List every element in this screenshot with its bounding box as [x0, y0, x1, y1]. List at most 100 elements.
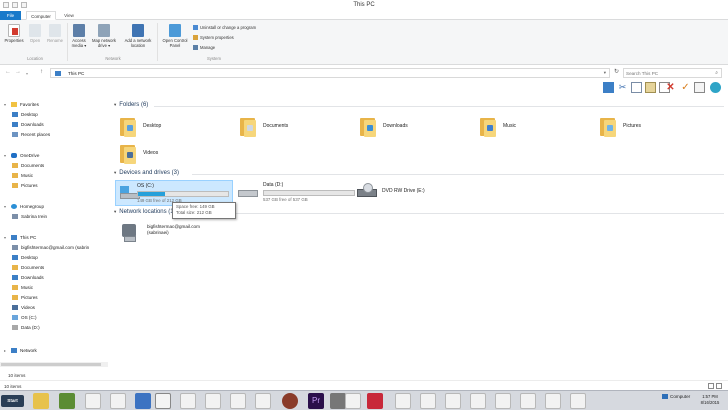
document-taskbar-icon[interactable]: [180, 393, 196, 409]
paste-icon[interactable]: [645, 82, 656, 93]
nav-item-recent-places[interactable]: Recent places: [12, 132, 50, 137]
nav-item-os-c[interactable]: OS (C:): [12, 315, 37, 320]
section-header-folders[interactable]: ▾ Folders (6): [114, 102, 148, 108]
back-arrow-icon[interactable]: ←: [5, 69, 11, 75]
globe-icon[interactable]: [710, 82, 721, 93]
tab-file[interactable]: File: [0, 11, 21, 20]
discord-taskbar-icon[interactable]: [155, 393, 171, 409]
document-taskbar-icon[interactable]: [495, 393, 511, 409]
search-box[interactable]: ⌕: [623, 68, 722, 78]
system-properties-icon: [193, 35, 198, 40]
properties-button[interactable]: Properties: [3, 24, 25, 43]
tab-computer[interactable]: Computer: [26, 11, 56, 20]
nav-item-desktop[interactable]: Desktop: [12, 255, 38, 260]
nav-item-homegroup-user[interactable]: Sabrina Irein: [12, 214, 47, 219]
network-location-mac[interactable]: bigfishtermac@gmail.com (sabrinaei): [120, 223, 200, 242]
document-taskbar-icon[interactable]: [520, 393, 536, 409]
folder-music[interactable]: Music: [480, 115, 516, 137]
drive-data-d[interactable]: Data (D:) 537 GB free of 537 GB: [238, 182, 355, 202]
minecraft-taskbar-icon[interactable]: [59, 393, 75, 409]
refresh-icon[interactable]: ↻: [614, 68, 619, 75]
nav-favorites[interactable]: ▾ Favorites: [4, 102, 39, 107]
nav-item-downloads[interactable]: Downloads: [12, 122, 44, 127]
nav-item-onedrive-music[interactable]: Music: [12, 173, 33, 178]
nav-horizontal-scrollbar[interactable]: [0, 362, 108, 367]
nav-item-music[interactable]: Music: [12, 285, 33, 290]
document-taskbar-icon[interactable]: [345, 393, 361, 409]
drive-dvd-e[interactable]: DVD RW Drive (E:): [357, 182, 425, 199]
taskbar-computer-toolbar[interactable]: Computer: [662, 394, 690, 399]
open-button[interactable]: Open: [28, 24, 42, 43]
nav-network[interactable]: ▸ Network: [4, 348, 37, 353]
folder-videos[interactable]: Videos: [120, 142, 158, 164]
folder-downloads[interactable]: Downloads: [360, 115, 408, 137]
document-taskbar-icon[interactable]: [445, 393, 461, 409]
nav-onedrive[interactable]: ▾ OneDrive: [4, 153, 39, 158]
group-label-network: Network: [105, 56, 121, 61]
address-dropdown-icon[interactable]: ▾: [604, 70, 606, 76]
nav-homegroup[interactable]: ▾ Homegroup: [4, 204, 44, 209]
document-taskbar-icon[interactable]: [545, 393, 561, 409]
system-clock[interactable]: 1:57 PM 8/16/2015: [694, 394, 726, 406]
media-taskbar-icon[interactable]: [367, 393, 383, 409]
word-taskbar-icon[interactable]: [135, 393, 151, 409]
rename-button[interactable]: Rename: [45, 24, 65, 43]
nav-this-pc[interactable]: ▾ This PC: [4, 235, 36, 240]
nav-item-desktop[interactable]: Desktop: [12, 112, 38, 117]
computer-icon: [662, 394, 668, 399]
scrollbar-thumb[interactable]: [1, 363, 101, 366]
app-taskbar-icon[interactable]: [330, 393, 346, 409]
large-icons-view-icon[interactable]: [716, 383, 722, 389]
uninstall-program-button[interactable]: Uninstall or change a program: [193, 25, 256, 30]
document-taskbar-icon[interactable]: [570, 393, 586, 409]
email-icon[interactable]: [694, 82, 705, 93]
nav-item-documents[interactable]: Documents: [12, 265, 44, 270]
manage-button[interactable]: Manage: [193, 45, 215, 50]
search-input[interactable]: [626, 70, 706, 77]
folder-icon: [12, 173, 18, 178]
file-explorer-taskbar-icon[interactable]: [33, 393, 49, 409]
folder-documents[interactable]: Documents: [240, 115, 288, 137]
nav-item-network-mac[interactable]: bigfishtermac@gmail.com (sabrin: [12, 245, 89, 250]
document-taskbar-icon[interactable]: [230, 393, 246, 409]
tab-view[interactable]: View: [59, 11, 79, 20]
up-arrow-icon[interactable]: ↑: [40, 69, 43, 75]
document-taskbar-icon[interactable]: [85, 393, 101, 409]
network-drive-icon: [120, 223, 141, 242]
document-taskbar-icon[interactable]: [470, 393, 486, 409]
document-taskbar-icon[interactable]: [255, 393, 271, 409]
folder-desktop[interactable]: Desktop: [120, 115, 161, 137]
section-header-network-locations[interactable]: ▾ Network locations (1): [114, 209, 176, 215]
folder-pictures[interactable]: Pictures: [600, 115, 641, 137]
document-taskbar-icon[interactable]: [420, 393, 436, 409]
map-network-drive-button[interactable]: Map network drive ▾: [90, 24, 118, 48]
details-view-icon[interactable]: [708, 383, 714, 389]
access-media-button[interactable]: Access media ▾: [69, 24, 89, 48]
nav-item-videos[interactable]: Videos: [12, 305, 35, 310]
browser-taskbar-icon[interactable]: [282, 393, 298, 409]
system-properties-button[interactable]: System properties: [193, 35, 234, 40]
delete-icon[interactable]: ✕: [665, 82, 676, 93]
document-taskbar-icon[interactable]: [205, 393, 221, 409]
nav-item-onedrive-pictures[interactable]: Pictures: [12, 183, 38, 188]
open-control-panel-button[interactable]: Open Control Panel: [159, 24, 191, 48]
nav-item-downloads[interactable]: Downloads: [12, 275, 44, 280]
recent-locations-chevron-icon[interactable]: ▾: [26, 71, 28, 76]
details-pane-icon[interactable]: [603, 82, 614, 93]
search-icon[interactable]: ⌕: [715, 70, 718, 76]
section-header-devices[interactable]: ▾ Devices and drives (3): [114, 170, 179, 176]
document-taskbar-icon[interactable]: [395, 393, 411, 409]
document-taskbar-icon[interactable]: [110, 393, 126, 409]
copy-icon[interactable]: [631, 82, 642, 93]
add-network-location-button[interactable]: Add a network location: [120, 24, 156, 48]
nav-item-pictures[interactable]: Pictures: [12, 295, 38, 300]
address-bar[interactable]: This PC ▾: [50, 68, 610, 78]
premiere-taskbar-icon[interactable]: Pr: [308, 393, 324, 409]
start-button[interactable]: Start: [1, 395, 24, 407]
nav-item-onedrive-documents[interactable]: Documents: [12, 163, 44, 168]
address-path[interactable]: This PC: [68, 71, 84, 76]
forward-arrow-icon[interactable]: →: [15, 69, 21, 75]
check-icon[interactable]: ✓: [680, 82, 691, 93]
cut-icon[interactable]: ✂: [617, 82, 628, 93]
nav-item-data-d[interactable]: Data (D:): [12, 325, 40, 330]
